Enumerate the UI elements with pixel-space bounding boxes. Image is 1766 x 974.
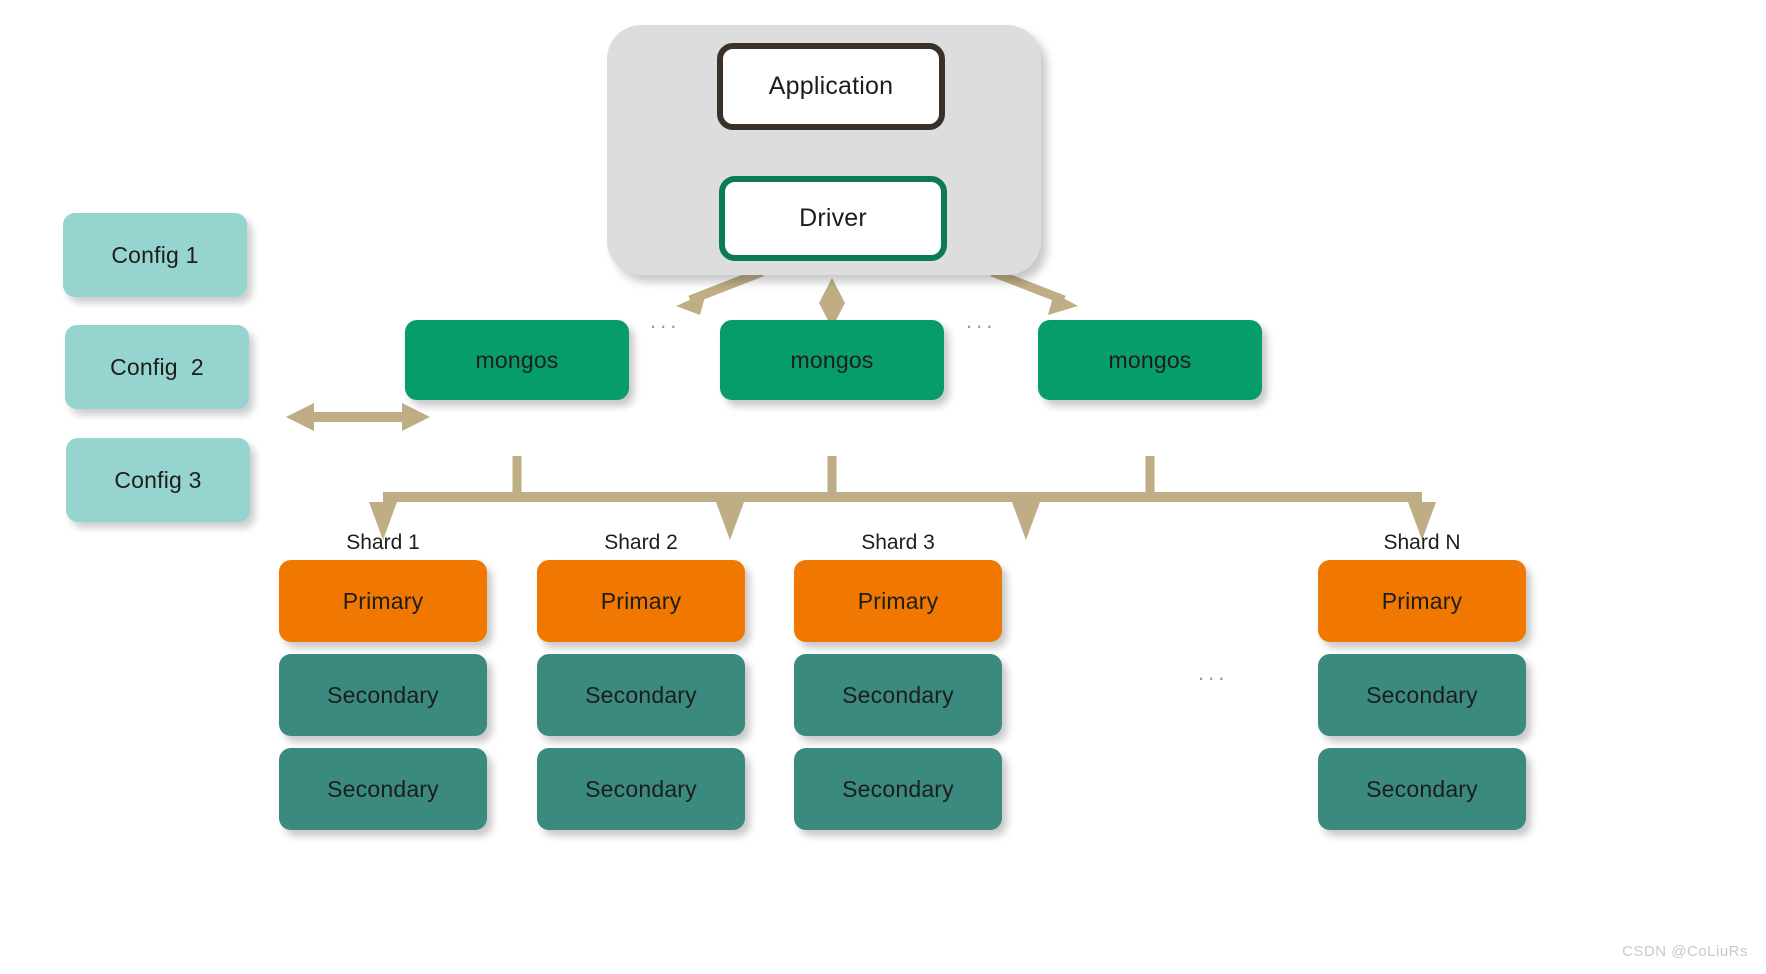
shard-n-secondary-2[interactable]: Secondary xyxy=(1318,748,1526,830)
config-server-1[interactable]: Config 1 xyxy=(63,213,247,297)
mongos-router-2[interactable]: mongos xyxy=(720,320,944,400)
application-box[interactable]: Application xyxy=(717,43,945,130)
diagram-canvas: Application Driver Config 1 Config 2 Con… xyxy=(0,0,1766,974)
router-ellipsis-1: ... xyxy=(650,308,681,333)
shard-3-primary[interactable]: Primary xyxy=(794,560,1002,642)
shard-label-n: Shard N xyxy=(1383,531,1461,554)
router-ellipsis-2: ... xyxy=(966,308,997,333)
shard-label-3: Shard 3 xyxy=(861,531,935,554)
shard-1-secondary-1[interactable]: Secondary xyxy=(279,654,487,736)
shard-label-2: Shard 2 xyxy=(604,531,678,554)
shard-n-secondary-1[interactable]: Secondary xyxy=(1318,654,1526,736)
shard-ellipsis: ... xyxy=(1198,660,1229,685)
driver-box[interactable]: Driver xyxy=(719,176,947,261)
mongos-router-3[interactable]: mongos xyxy=(1038,320,1262,400)
arrow-config-to-mongos xyxy=(286,403,430,431)
watermark: CSDN @CoLiuRs xyxy=(1622,943,1748,960)
shard-1-secondary-2[interactable]: Secondary xyxy=(279,748,487,830)
shard-2-primary[interactable]: Primary xyxy=(537,560,745,642)
shard-3-secondary-1[interactable]: Secondary xyxy=(794,654,1002,736)
shard-2-secondary-2[interactable]: Secondary xyxy=(537,748,745,830)
shard-3-secondary-2[interactable]: Secondary xyxy=(794,748,1002,830)
shard-label-1: Shard 1 xyxy=(346,531,420,554)
config-server-3[interactable]: Config 3 xyxy=(66,438,250,522)
connector-mongos-dropdowns xyxy=(512,456,1155,497)
shard-2-secondary-1[interactable]: Secondary xyxy=(537,654,745,736)
shard-n-primary[interactable]: Primary xyxy=(1318,560,1526,642)
config-server-2[interactable]: Config 2 xyxy=(65,325,249,409)
mongos-router-1[interactable]: mongos xyxy=(405,320,629,400)
shard-1-primary[interactable]: Primary xyxy=(279,560,487,642)
